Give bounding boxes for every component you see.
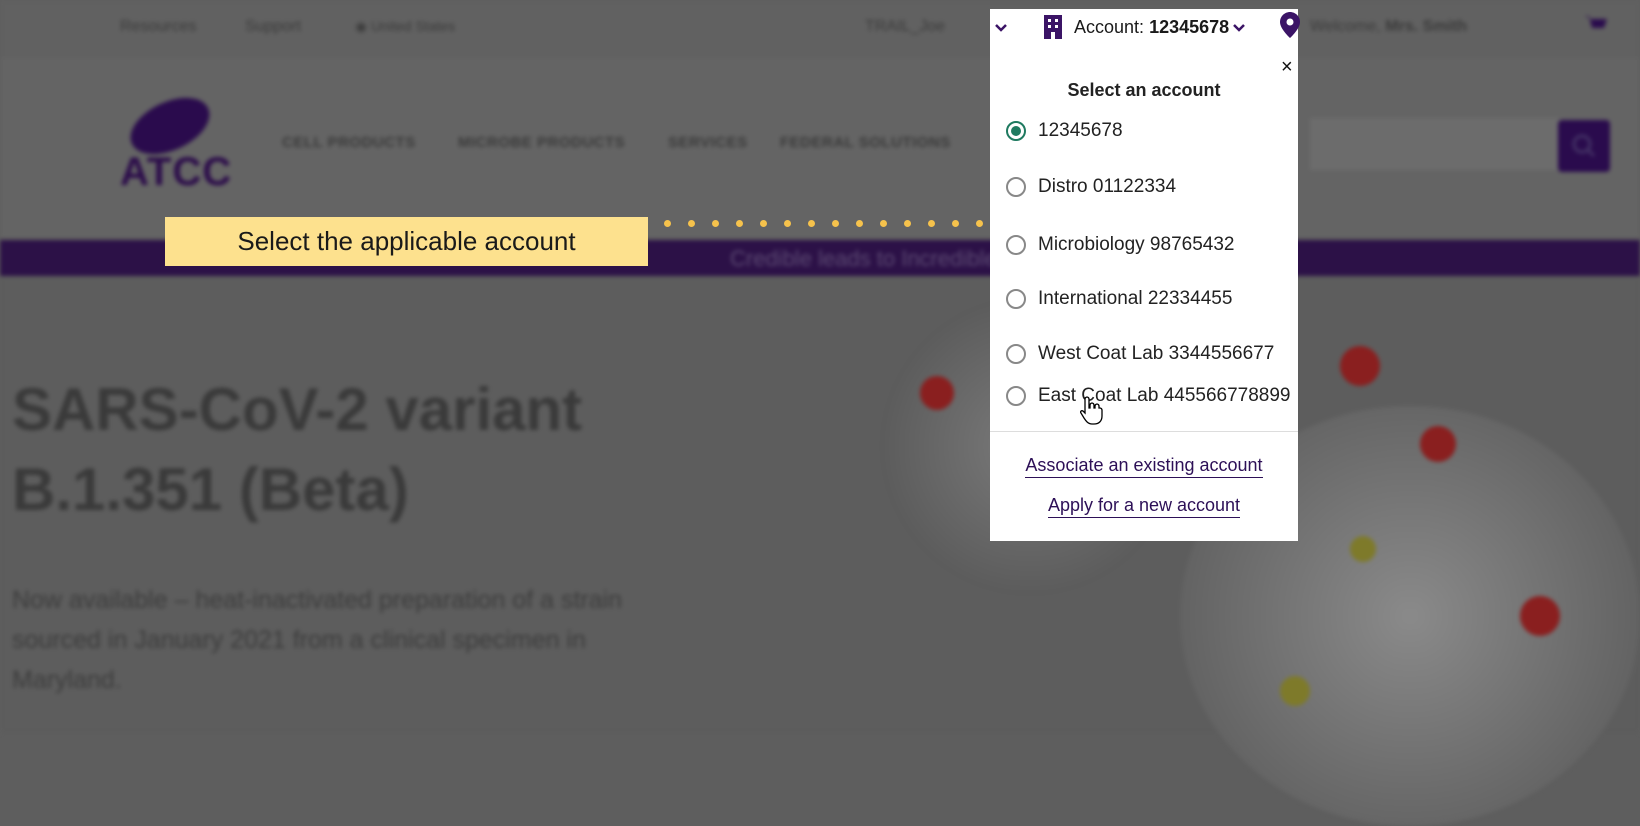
support-link[interactable]: Support bbox=[245, 18, 301, 36]
utility-bar: Resources Support ◉ United States TRAIL_… bbox=[0, 0, 1640, 58]
radio-unselected[interactable] bbox=[1006, 386, 1026, 406]
account-option-east-coat-lab[interactable]: East Coat Lab 445566778899 bbox=[1006, 385, 1291, 407]
spike-protein bbox=[1420, 426, 1456, 462]
spike-protein bbox=[1350, 536, 1376, 562]
hero-title: SARS-CoV-2 variant B.1.351 (Beta) bbox=[12, 376, 583, 523]
account-option-international[interactable]: International 22334455 bbox=[1006, 288, 1232, 310]
cart-icon[interactable] bbox=[1584, 14, 1608, 41]
spike-protein bbox=[920, 376, 954, 410]
welcome-label: Welcome, bbox=[1310, 18, 1381, 35]
search-button[interactable] bbox=[1558, 120, 1610, 172]
resources-link[interactable]: Resources bbox=[120, 18, 196, 36]
apply-account-link[interactable]: Apply for a new account bbox=[990, 495, 1298, 518]
welcome-text: Welcome, Mrs. Smith bbox=[1310, 18, 1467, 36]
account-option-label: East Coat Lab 445566778899 bbox=[1038, 385, 1291, 406]
account-option-label: International 22334455 bbox=[1038, 288, 1233, 309]
account-option-label: Microbiology 98765432 bbox=[1038, 234, 1235, 255]
dropdown-divider bbox=[990, 431, 1298, 432]
associate-account-link[interactable]: Associate an existing account bbox=[990, 455, 1298, 478]
chevron-down-icon[interactable] bbox=[994, 20, 1008, 36]
radio-selected[interactable] bbox=[1006, 121, 1026, 141]
apply-account-label[interactable]: Apply for a new account bbox=[1047, 495, 1241, 518]
account-number: 12345678 bbox=[1149, 17, 1230, 37]
radio-unselected[interactable] bbox=[1006, 235, 1026, 255]
location-pin-icon[interactable] bbox=[1280, 12, 1300, 43]
hero-description: Now available – heat-inactivated prepara… bbox=[12, 586, 623, 694]
search-icon bbox=[1572, 134, 1596, 158]
region-selector[interactable]: ◉ United States bbox=[355, 18, 455, 35]
associate-account-label[interactable]: Associate an existing account bbox=[1025, 455, 1263, 478]
atcc-logo-text[interactable]: ATCC bbox=[120, 150, 232, 195]
account-option-label: West Coat Lab 3344556677 bbox=[1038, 343, 1275, 364]
account-prefix: Account: bbox=[1074, 17, 1145, 37]
trail-label: TRAIL_Joe bbox=[865, 18, 946, 35]
nav-cell-products[interactable]: CELL PRODUCTS bbox=[282, 134, 416, 151]
radio-unselected[interactable] bbox=[1006, 289, 1026, 309]
account-option-label: 12345678 bbox=[1038, 120, 1123, 141]
spike-protein bbox=[1280, 676, 1310, 706]
promo-banner-text[interactable]: Credible leads to Incredible bbox=[730, 246, 997, 272]
nav-federal-solutions[interactable]: FEDERAL SOLUTIONS bbox=[780, 134, 951, 151]
account-option-label: Distro 01122334 bbox=[1038, 176, 1177, 197]
radio-unselected[interactable] bbox=[1006, 344, 1026, 364]
nav-microbe-products[interactable]: MICROBE PRODUCTS bbox=[458, 134, 625, 151]
hand-cursor-icon bbox=[1079, 395, 1104, 430]
close-icon[interactable]: × bbox=[1281, 56, 1293, 79]
radio-unselected[interactable] bbox=[1006, 177, 1026, 197]
region-label: United States bbox=[371, 18, 456, 34]
spike-protein bbox=[1340, 346, 1380, 386]
instruction-callout: Select the applicable account bbox=[165, 217, 648, 266]
user-name: Mrs. Smith bbox=[1385, 18, 1468, 35]
search-input[interactable] bbox=[1310, 118, 1560, 170]
account-option-distro[interactable]: Distro 01122334 bbox=[1006, 176, 1176, 198]
account-option-microbiology[interactable]: Microbiology 98765432 bbox=[1006, 234, 1234, 256]
account-option-12345678[interactable]: 12345678 bbox=[1006, 120, 1123, 142]
dropdown-title: Select an account bbox=[1067, 80, 1221, 100]
chevron-down-icon[interactable] bbox=[1232, 20, 1246, 38]
spike-protein bbox=[1520, 596, 1560, 636]
account-label[interactable]: Account: 12345678 bbox=[1074, 17, 1229, 38]
account-option-west-coat-lab[interactable]: West Coat Lab 3344556677 bbox=[1006, 343, 1274, 365]
building-icon bbox=[1042, 15, 1064, 39]
nav-services[interactable]: SERVICES bbox=[668, 134, 748, 151]
